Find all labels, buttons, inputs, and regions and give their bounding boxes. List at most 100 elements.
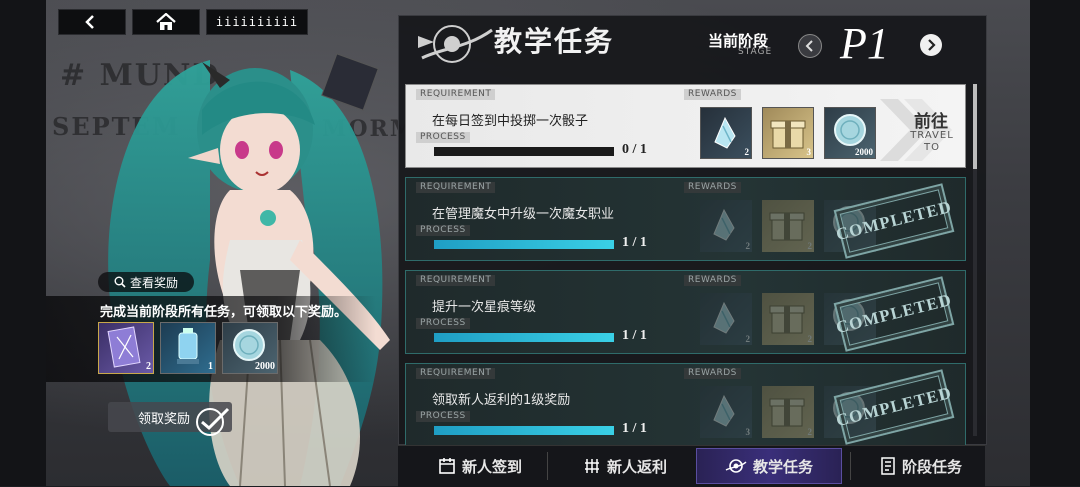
reward-item[interactable]: 2 — [700, 107, 752, 159]
menu-button[interactable]: iiiiiiiiii — [206, 9, 308, 35]
right-letterbox — [1030, 0, 1080, 486]
task-card: REQUIREMENT 提升一次星痕等级 PROCESS 1 / 1 REWARDS 2 2… — [405, 270, 966, 354]
rewards-label: REWARDS — [684, 89, 741, 100]
task-card: REQUIREMENT 在每日签到中投掷一次骰子 PROCESS 0 / 1 REWAR… — [405, 84, 966, 168]
progress-text: 0 / 1 — [622, 142, 647, 157]
tab-newbie-rebate[interactable]: 新人返利 — [565, 448, 685, 484]
card-item-icon — [107, 326, 141, 368]
tab-newbie-checkin[interactable]: 新人签到 — [420, 448, 540, 484]
back-arrow-icon — [85, 15, 94, 29]
home-icon — [156, 13, 176, 30]
tab-tutorial-tasks[interactable]: 教学任务 — [696, 448, 842, 484]
reward-item[interactable]: 2 — [700, 293, 752, 345]
rebate-icon — [584, 459, 599, 473]
home-button[interactable] — [132, 9, 200, 35]
process-label: PROCESS — [416, 318, 470, 329]
reward-item[interactable]: 3 — [700, 386, 752, 438]
completed-stamp: COMPLETED — [833, 369, 955, 445]
task-card: REQUIREMENT 领取新人返利的1级奖励 PROCESS 1 / 1 REWARD… — [405, 363, 966, 447]
reward-count: 2 — [745, 241, 751, 251]
crystal-icon — [700, 301, 750, 347]
requirement-text: 在每日签到中投掷一次骰子 — [432, 114, 589, 129]
requirement-text: 领取新人返利的1级奖励 — [432, 393, 571, 408]
tab-divider — [850, 452, 851, 480]
gift-box-icon — [762, 398, 812, 440]
calendar-icon — [439, 458, 455, 474]
travel-to-sublabel: TRAVEL TO — [910, 130, 954, 153]
progress-fill — [434, 240, 614, 249]
reward-count: 2 — [744, 147, 750, 157]
reward-count: 2 — [146, 361, 151, 372]
tab-label: 新人签到 — [461, 457, 522, 476]
lantern-item-icon — [177, 328, 199, 364]
reward-item[interactable]: 2 — [762, 200, 814, 252]
rewards-label: REWARDS — [684, 368, 741, 379]
scrollbar-thumb[interactable] — [973, 84, 977, 169]
reward-count: 2 — [807, 427, 813, 437]
progress-bar — [434, 147, 614, 156]
requirement-label: REQUIREMENT — [416, 182, 496, 193]
completed-stamp: COMPLETED — [833, 183, 955, 259]
chevron-left-icon — [805, 40, 813, 52]
requirement-text: 在管理魔女中升级一次魔女职业 — [432, 207, 615, 222]
requirement-label: REQUIREMENT — [416, 275, 496, 286]
progress-fill — [434, 333, 614, 342]
reward-count: 2 — [807, 334, 813, 344]
left-letterbox — [0, 0, 46, 486]
process-label: PROCESS — [416, 411, 470, 422]
stage-sublabel: STAGE — [738, 47, 773, 57]
reward-item[interactable]: 2000 — [824, 107, 876, 159]
reward-count: 2000 — [855, 147, 873, 157]
tab-label: 阶段任务 — [901, 457, 962, 476]
view-rewards-label: 查看奖励 — [129, 275, 178, 290]
search-icon — [114, 276, 126, 288]
task-card: REQUIREMENT 在管理魔女中升级一次魔女职业 PROCESS 1 / 1 REW… — [405, 177, 966, 261]
tab-divider — [547, 452, 548, 480]
progress-text: 1 / 1 — [622, 421, 647, 436]
crystal-icon — [700, 208, 750, 254]
progress-text: 1 / 1 — [622, 328, 647, 343]
chevron-right-icon — [928, 39, 936, 51]
progress-bar — [434, 426, 614, 435]
progress-text: 1 / 1 — [622, 235, 647, 250]
reward-item[interactable]: 2 — [762, 386, 814, 438]
crystal-icon — [700, 394, 750, 440]
menu-text: iiiiiiiiii — [215, 15, 299, 29]
rewards-label: REWARDS — [684, 275, 741, 286]
requirement-text: 提升一次星痕等级 — [432, 300, 537, 315]
stage-value: P1 — [840, 19, 889, 68]
gift-box-icon — [763, 120, 813, 162]
check-circle-icon — [196, 407, 230, 436]
process-label: PROCESS — [416, 132, 470, 143]
top-navigation: iiiiiiiiii — [58, 9, 308, 35]
back-button[interactable] — [58, 9, 126, 35]
stage-reward-list: 2 1 2000 — [98, 322, 278, 374]
requirement-label: REQUIREMENT — [416, 368, 496, 379]
progress-bar — [434, 240, 614, 249]
mission-emblem-icon — [418, 25, 493, 63]
progress-bar — [434, 333, 614, 342]
reward-item[interactable]: 3 — [762, 107, 814, 159]
requirement-label: REQUIREMENT — [416, 89, 496, 100]
tab-label: 教学任务 — [752, 457, 813, 476]
reward-item[interactable]: 2 — [98, 322, 154, 374]
tab-stage-tasks[interactable]: 阶段任务 — [866, 448, 976, 484]
reward-item[interactable]: 2000 — [222, 322, 278, 374]
reward-count: 2000 — [255, 361, 275, 372]
gift-box-icon — [762, 212, 812, 254]
view-rewards-button[interactable]: 查看奖励 — [98, 272, 194, 292]
reward-item[interactable]: 2 — [762, 293, 814, 345]
process-label: PROCESS — [416, 225, 470, 236]
scroll-icon — [881, 457, 895, 475]
reward-item[interactable]: 2 — [700, 200, 752, 252]
next-stage-button[interactable] — [920, 34, 942, 56]
reward-count: 3 — [745, 427, 751, 437]
claim-rewards-label: 领取奖励 — [138, 411, 191, 427]
reward-count: 3 — [806, 147, 812, 157]
stage-reward-description: 完成当前阶段所有任务，可领取以下奖励。 — [100, 305, 348, 320]
reward-item[interactable]: 1 — [160, 322, 216, 374]
reward-count: 2 — [745, 334, 751, 344]
crystal-icon — [701, 116, 751, 162]
prev-stage-button[interactable] — [798, 34, 822, 58]
mission-emblem-icon — [725, 459, 747, 473]
